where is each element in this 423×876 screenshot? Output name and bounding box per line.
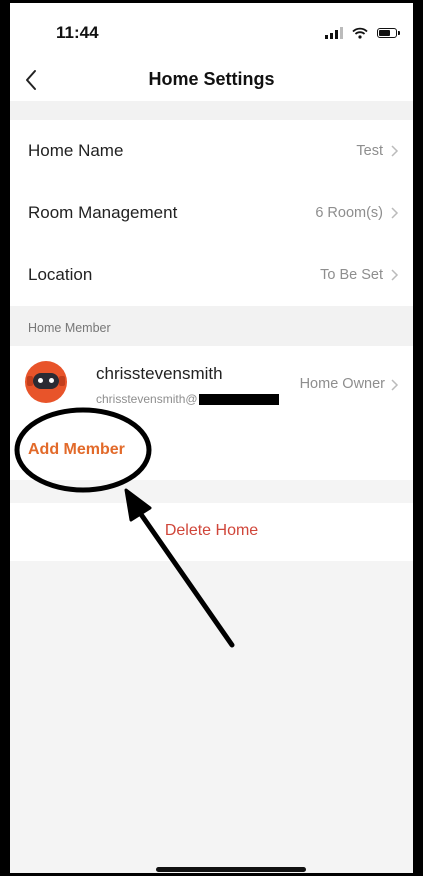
avatar: [25, 361, 67, 403]
add-member-button[interactable]: Add Member: [28, 441, 125, 459]
row-label: Room Management: [28, 203, 178, 222]
cellular-signal-icon: [325, 27, 343, 39]
member-name: chrisstevensmith: [96, 364, 223, 383]
phone-screen: 11:44 Home Settings Home Name Test Room: [0, 0, 423, 876]
page-title: Home Settings: [148, 69, 275, 89]
row-label: Location: [28, 265, 93, 284]
section-title: Home Member: [28, 321, 111, 335]
chevron-right-icon: [391, 207, 399, 219]
section-gap: [10, 101, 413, 120]
row-value: To Be Set: [320, 267, 383, 283]
delete-section: Delete Home: [10, 503, 413, 561]
room-management-row[interactable]: Room Management 6 Room(s): [10, 182, 413, 244]
member-row[interactable]: chrisstevensmith chrisstevensmith@ Home …: [10, 346, 413, 420]
avatar-eye: [49, 378, 54, 383]
row-value: Test: [356, 143, 383, 159]
home-name-row[interactable]: Home Name Test: [10, 120, 413, 182]
delete-home-button[interactable]: Delete Home: [10, 522, 413, 540]
member-email-text: chrisstevensmith@: [96, 392, 198, 406]
chevron-right-icon: [391, 145, 399, 157]
chevron-right-icon: [391, 379, 399, 391]
member-role: Home Owner: [299, 376, 385, 392]
chevron-right-icon: [391, 269, 399, 281]
member-section: chrisstevensmith chrisstevensmith@ Home …: [10, 346, 413, 480]
status-icons: [325, 27, 400, 39]
row-value: 6 Room(s): [315, 205, 383, 221]
home-member-section-header: Home Member: [10, 306, 413, 346]
robot-face-icon: [33, 373, 59, 389]
home-indicator: [156, 867, 306, 872]
avatar-ear: [59, 376, 65, 386]
settings-list: Home Name Test Room Management 6 Room(s)…: [10, 120, 413, 306]
row-label: Home Name: [28, 141, 124, 160]
member-email: chrisstevensmith@: [96, 392, 279, 406]
location-row[interactable]: Location To Be Set: [10, 244, 413, 306]
nav-bar: Home Settings: [10, 61, 413, 101]
status-bar: 11:44: [10, 3, 413, 61]
redacted-block: [198, 393, 279, 405]
battery-icon: [377, 28, 400, 38]
wifi-icon: [352, 27, 368, 39]
avatar-eye: [38, 378, 43, 383]
status-time: 11:44: [56, 23, 99, 42]
